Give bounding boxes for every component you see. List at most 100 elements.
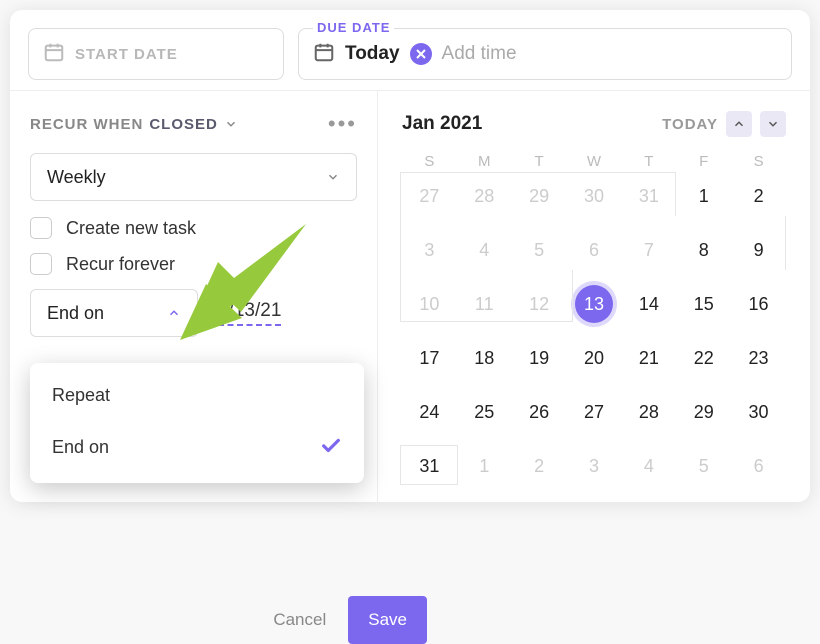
date-cell[interactable]: 6 <box>731 450 786 482</box>
date-cell[interactable]: 16 <box>731 288 786 320</box>
date-cell[interactable]: 19 <box>512 342 567 374</box>
due-date-box[interactable]: DUE DATE Today Add time <box>298 28 792 80</box>
date-cell[interactable]: 29 <box>676 396 731 428</box>
date-cell[interactable]: 3 <box>567 450 622 482</box>
date-cell[interactable]: 4 <box>457 234 512 266</box>
calendar-icon <box>43 41 65 67</box>
recur-prefix: RECUR WHEN <box>30 116 143 133</box>
body-row: RECUR WHEN CLOSED ••• Weekly Create new … <box>10 90 810 502</box>
date-cell[interactable]: 4 <box>621 450 676 482</box>
date-cell[interactable]: 29 <box>512 180 567 212</box>
today-button[interactable]: TODAY <box>662 116 718 133</box>
check-icon <box>320 434 342 461</box>
dow-label: W <box>567 153 622 170</box>
date-picker-modal: START DATE DUE DATE Today Add time RECUR… <box>10 10 810 502</box>
dow-label: F <box>676 153 731 170</box>
dow-label: S <box>731 153 786 170</box>
date-cell[interactable]: 2 <box>731 180 786 212</box>
date-cell[interactable]: 17 <box>402 342 457 374</box>
dow-label: M <box>457 153 512 170</box>
end-mode-dropdown: Repeat End on <box>30 363 364 483</box>
chevron-up-icon <box>167 306 181 320</box>
end-date-input[interactable]: 1/13/21 <box>218 300 281 326</box>
recurrence-panel: RECUR WHEN CLOSED ••• Weekly Create new … <box>10 91 378 502</box>
date-cell[interactable]: 12 <box>512 288 567 320</box>
date-cell[interactable]: 9 <box>731 234 786 266</box>
date-cell[interactable]: 1 <box>457 450 512 482</box>
date-cell[interactable]: 5 <box>512 234 567 266</box>
calendar-icon <box>313 41 335 68</box>
create-new-task-label: Create new task <box>66 218 196 239</box>
recur-header: RECUR WHEN CLOSED ••• <box>30 111 357 137</box>
date-cell[interactable]: 3 <box>402 234 457 266</box>
date-cell[interactable]: 18 <box>457 342 512 374</box>
end-mode-value: End on <box>47 303 104 324</box>
recur-forever-label: Recur forever <box>66 254 175 275</box>
calendar-header: Jan 2021 TODAY <box>402 111 786 137</box>
date-cell[interactable]: 7 <box>621 234 676 266</box>
date-cell[interactable]: 20 <box>567 342 622 374</box>
date-cell[interactable]: 2 <box>512 450 567 482</box>
date-cell[interactable]: 11 <box>457 288 512 320</box>
date-cell[interactable]: 28 <box>457 180 512 212</box>
calendar-panel: Jan 2021 TODAY SMTWTFS 27282930311234567 <box>378 91 810 502</box>
due-date-label: DUE DATE <box>313 20 394 35</box>
dow-label: S <box>402 153 457 170</box>
footer-row: Cancel Save <box>257 596 427 644</box>
date-cell[interactable]: 31 <box>402 450 457 482</box>
date-cell[interactable]: 22 <box>676 342 731 374</box>
chevron-down-icon <box>326 170 340 184</box>
date-cell[interactable]: 15 <box>676 288 731 320</box>
date-cell[interactable]: 6 <box>567 234 622 266</box>
clear-due-date-button[interactable] <box>410 43 432 65</box>
date-cell[interactable]: 27 <box>402 180 457 212</box>
date-cell[interactable]: 8 <box>676 234 731 266</box>
date-cell[interactable]: 26 <box>512 396 567 428</box>
dropdown-item-repeat[interactable]: Repeat <box>30 371 364 420</box>
month-label: Jan 2021 <box>402 113 482 135</box>
date-cell[interactable]: 25 <box>457 396 512 428</box>
start-date-placeholder: START DATE <box>75 46 178 63</box>
dow-row: SMTWTFS <box>402 153 786 170</box>
date-cell[interactable]: 30 <box>567 180 622 212</box>
dow-label: T <box>621 153 676 170</box>
header-row: START DATE DUE DATE Today Add time <box>10 10 810 90</box>
end-mode-row: End on 1/13/21 <box>30 289 357 337</box>
date-cell[interactable]: 1 <box>676 180 731 212</box>
frequency-select[interactable]: Weekly <box>30 153 357 201</box>
date-cell[interactable]: 23 <box>731 342 786 374</box>
cancel-button[interactable]: Cancel <box>257 596 342 644</box>
frequency-value: Weekly <box>47 167 106 188</box>
dropdown-item-label: End on <box>52 437 109 458</box>
date-cell[interactable]: 28 <box>621 396 676 428</box>
date-cell[interactable]: 13 <box>575 285 613 323</box>
due-date-value: Today <box>345 43 400 65</box>
dropdown-item-end-on[interactable]: End on <box>30 420 364 475</box>
date-cell[interactable]: 14 <box>621 288 676 320</box>
start-date-button[interactable]: START DATE <box>28 28 284 80</box>
dow-label: T <box>512 153 567 170</box>
dates-grid: 2728293031123456789101112131415161718192… <box>402 180 786 482</box>
recur-forever-row[interactable]: Recur forever <box>30 253 357 275</box>
create-new-task-row[interactable]: Create new task <box>30 217 357 239</box>
more-options-button[interactable]: ••• <box>328 111 357 137</box>
date-cell[interactable]: 27 <box>567 396 622 428</box>
chevron-down-icon <box>224 117 238 131</box>
add-time-button[interactable]: Add time <box>442 43 517 65</box>
recur-state: CLOSED <box>149 116 218 133</box>
save-button[interactable]: Save <box>348 596 427 644</box>
date-cell[interactable]: 31 <box>621 180 676 212</box>
prev-month-button[interactable] <box>726 111 752 137</box>
dropdown-item-label: Repeat <box>52 385 110 406</box>
checkbox[interactable] <box>30 217 52 239</box>
date-cell[interactable]: 30 <box>731 396 786 428</box>
date-cell[interactable]: 5 <box>676 450 731 482</box>
date-cell[interactable]: 24 <box>402 396 457 428</box>
date-cell[interactable]: 21 <box>621 342 676 374</box>
checkbox[interactable] <box>30 253 52 275</box>
end-mode-select[interactable]: End on <box>30 289 198 337</box>
recur-mode-toggle[interactable]: RECUR WHEN CLOSED <box>30 116 238 133</box>
calendar-controls: TODAY <box>662 111 786 137</box>
next-month-button[interactable] <box>760 111 786 137</box>
date-cell[interactable]: 10 <box>402 288 457 320</box>
